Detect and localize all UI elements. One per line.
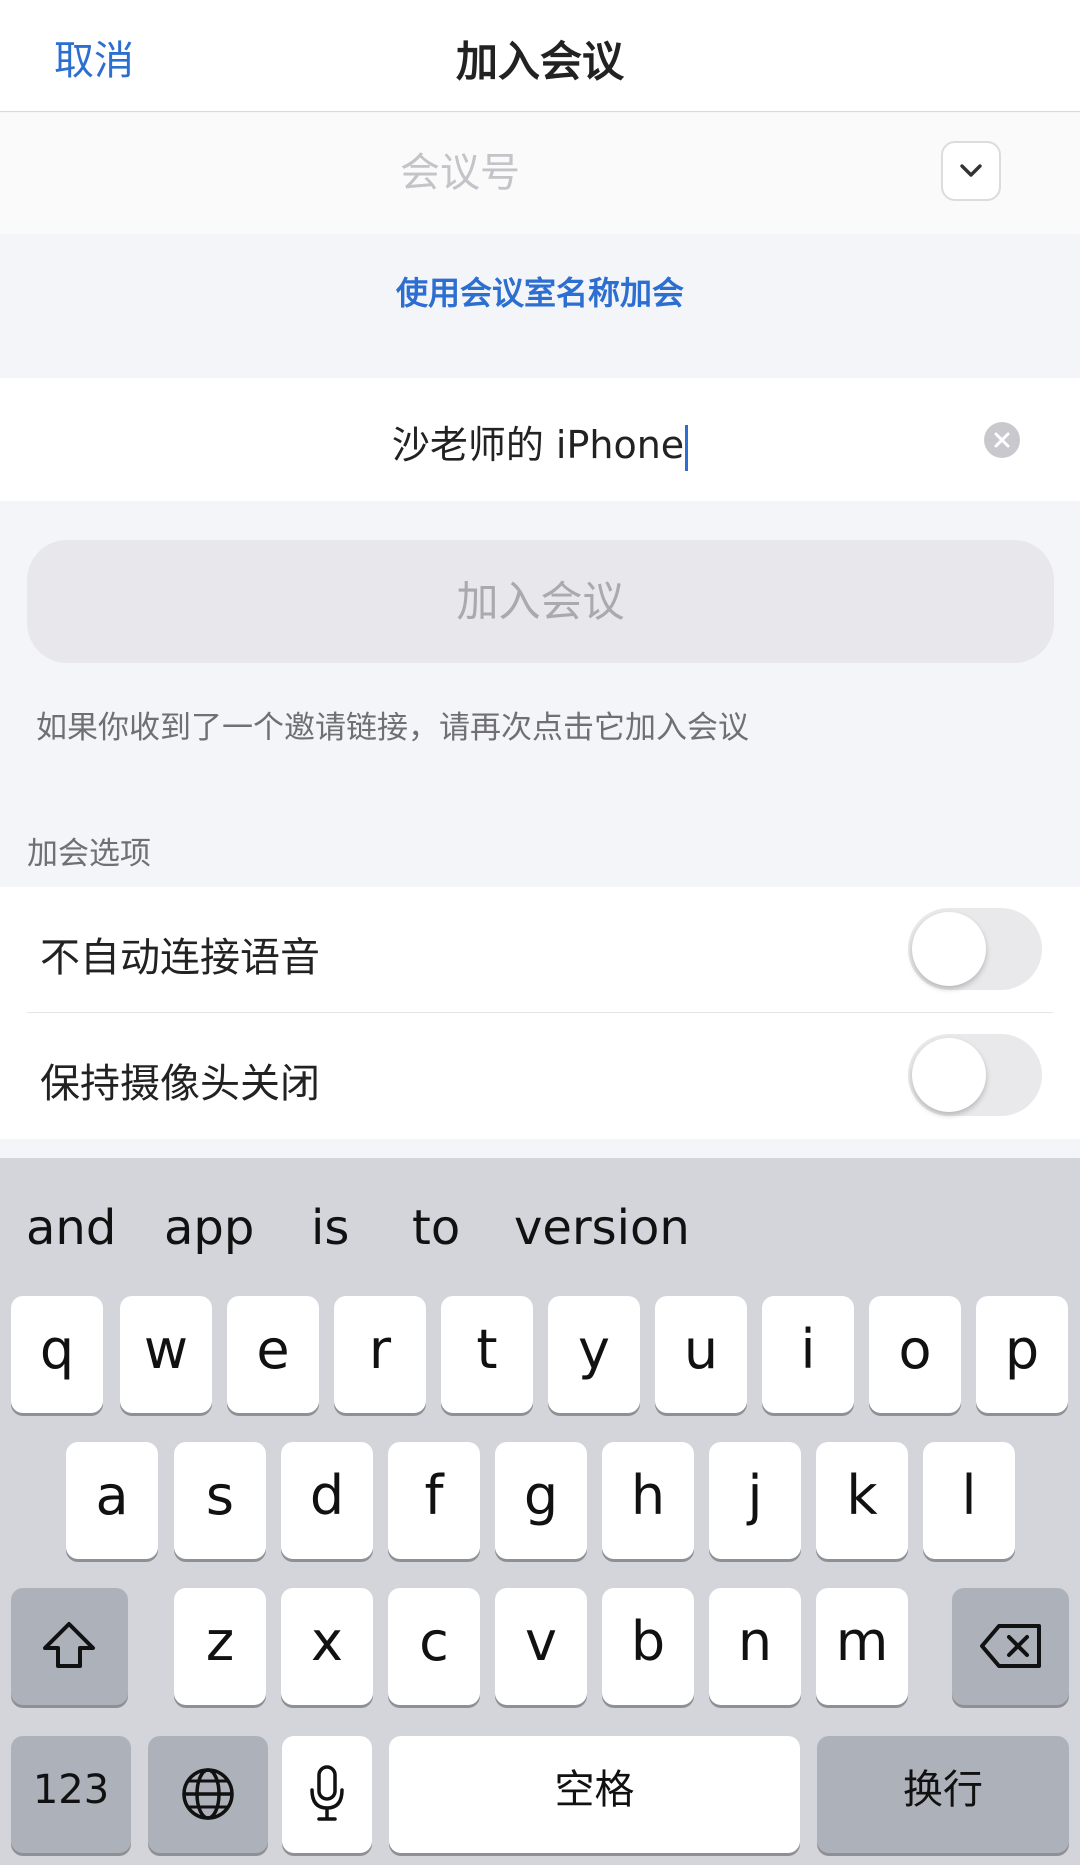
suggestion-1[interactable]: and [26, 1200, 116, 1256]
join-options-heading: 加会选项 [27, 836, 151, 872]
suggestion-5[interactable]: version [514, 1200, 690, 1256]
display-name-row: 沙老师的 iPhone [0, 378, 1080, 501]
key-a[interactable]: a [66, 1442, 158, 1559]
key-v[interactable]: v [495, 1588, 587, 1705]
chevron-down-icon [960, 164, 982, 177]
shift-icon [43, 1622, 95, 1668]
microphone-key[interactable] [282, 1736, 372, 1853]
key-j[interactable]: j [709, 1442, 801, 1559]
display-name-text: 沙老师的 iPhone [391, 423, 685, 467]
clear-name-button[interactable] [984, 422, 1020, 458]
cancel-button[interactable]: 取消 [54, 28, 134, 86]
key-w[interactable]: w [120, 1296, 212, 1413]
join-options-list: 不自动连接语音 保持摄像头关闭 [0, 887, 1080, 1139]
option-keep-camera-off: 保持摄像头关闭 [0, 1013, 1080, 1139]
key-z[interactable]: z [174, 1588, 266, 1705]
meeting-id-row [0, 113, 1080, 234]
return-key[interactable]: 换行 [817, 1736, 1069, 1853]
key-e[interactable]: e [227, 1296, 319, 1413]
key-p[interactable]: p [976, 1296, 1068, 1413]
globe-icon [182, 1768, 234, 1820]
shift-key[interactable] [11, 1588, 128, 1705]
key-q[interactable]: q [11, 1296, 103, 1413]
key-b[interactable]: b [602, 1588, 694, 1705]
key-t[interactable]: t [441, 1296, 533, 1413]
key-s[interactable]: s [174, 1442, 266, 1559]
keyboard: and app is to version q w e r t y u i o … [0, 1158, 1080, 1865]
key-r[interactable]: r [334, 1296, 426, 1413]
key-i[interactable]: i [762, 1296, 854, 1413]
delete-icon [980, 1624, 1041, 1668]
microphone-icon [310, 1765, 344, 1821]
key-n[interactable]: n [709, 1588, 801, 1705]
join-by-room-name-link[interactable]: 使用会议室名称加会 [0, 268, 1080, 314]
suggestion-2[interactable]: app [164, 1200, 254, 1256]
clear-x-icon [994, 432, 1010, 448]
display-name-field[interactable]: 沙老师的 iPhone [0, 414, 1080, 471]
key-d[interactable]: d [281, 1442, 373, 1559]
page-title: 加入会议 [455, 37, 624, 86]
meeting-history-dropdown-button[interactable] [941, 141, 1001, 201]
toggle-knob [912, 912, 986, 986]
key-u[interactable]: u [655, 1296, 747, 1413]
option-label: 不自动连接语音 [40, 935, 320, 981]
key-c[interactable]: c [388, 1588, 480, 1705]
key-h[interactable]: h [602, 1442, 694, 1559]
key-x[interactable]: x [281, 1588, 373, 1705]
space-key[interactable]: 空格 [389, 1736, 800, 1853]
delete-key[interactable] [952, 1588, 1069, 1705]
nav-bar: 取消 加入会议 [0, 0, 1080, 112]
key-g[interactable]: g [495, 1442, 587, 1559]
key-y[interactable]: y [548, 1296, 640, 1413]
key-m[interactable]: m [816, 1588, 908, 1705]
keep-camera-off-toggle[interactable] [908, 1034, 1042, 1116]
no-auto-audio-toggle[interactable] [908, 908, 1042, 990]
join-meeting-button[interactable]: 加入会议 [27, 540, 1054, 663]
numbers-key[interactable]: 123 [11, 1736, 131, 1853]
suggestion-3[interactable]: is [311, 1200, 349, 1256]
key-o[interactable]: o [869, 1296, 961, 1413]
key-k[interactable]: k [816, 1442, 908, 1559]
globe-key[interactable] [148, 1736, 268, 1853]
meeting-id-input[interactable] [120, 141, 800, 205]
suggestion-4[interactable]: to [412, 1200, 460, 1256]
option-label: 保持摄像头关闭 [40, 1061, 320, 1107]
toggle-knob [912, 1038, 986, 1112]
key-f[interactable]: f [388, 1442, 480, 1559]
text-cursor [685, 424, 689, 471]
invite-link-hint: 如果你收到了一个邀请链接，请再次点击它加入会议 [36, 710, 749, 746]
key-l[interactable]: l [923, 1442, 1015, 1559]
option-no-auto-audio: 不自动连接语音 [0, 887, 1080, 1013]
